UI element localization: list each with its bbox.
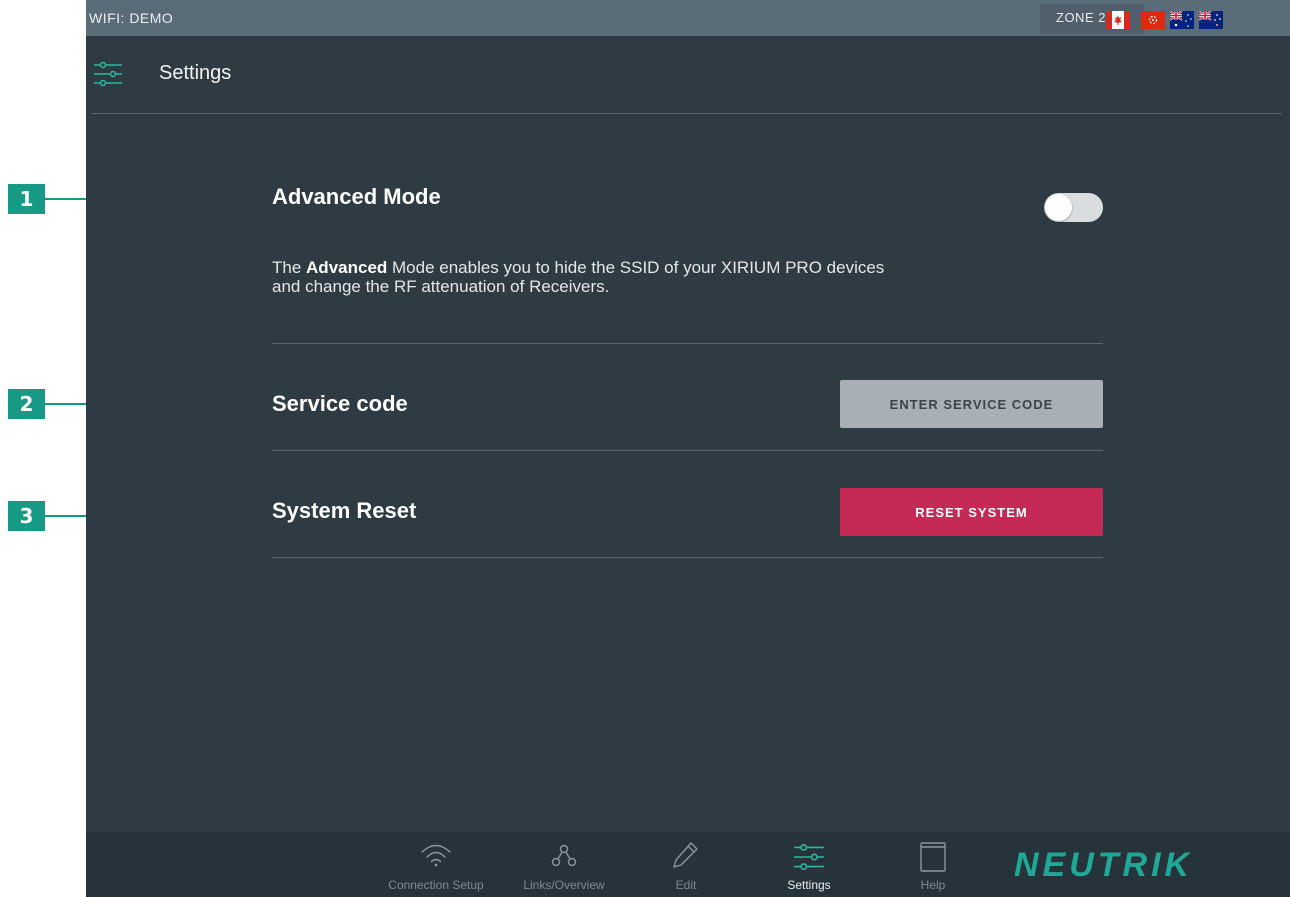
callout-number: 3 (8, 501, 45, 531)
wifi-label: WIFI: DEMO (89, 10, 174, 26)
nav-connection-setup[interactable]: Connection Setup (388, 832, 484, 897)
desc-text: The (272, 258, 307, 277)
nav-links-overview[interactable]: Links/Overview (519, 832, 609, 897)
nav-label: Edit (675, 878, 697, 892)
sliders-icon[interactable] (92, 58, 124, 90)
book-icon (920, 842, 946, 872)
links-icon (551, 844, 577, 867)
advanced-mode-toggle[interactable] (1044, 193, 1103, 222)
nav-label: Settings (787, 878, 831, 892)
page-header: Settings (86, 36, 1290, 114)
enter-service-code-button[interactable]: ENTER SERVICE CODE (840, 380, 1103, 428)
toggle-knob (1045, 194, 1072, 221)
desc-bold: Advanced (306, 258, 388, 277)
canada-flag-icon (1106, 11, 1130, 29)
nav-label: Connection Setup (388, 878, 484, 892)
nav-label: Links/Overview (523, 878, 605, 892)
bottom-nav: Connection Setup Links/Overview Edit Set… (86, 832, 1290, 897)
hong-kong-flag-icon (1141, 11, 1165, 29)
new-zealand-flag-icon (1199, 11, 1223, 29)
wifi-icon (421, 844, 451, 867)
callout-number: 2 (8, 389, 45, 419)
app-window: WIFI: DEMO ZONE 2 Settings Advanced Mode… (86, 0, 1290, 897)
section-divider (272, 557, 1103, 558)
nav-edit[interactable]: Edit (646, 832, 726, 897)
zone-label: ZONE 2 (1056, 10, 1106, 25)
status-bar: WIFI: DEMO ZONE 2 (86, 0, 1290, 36)
section-divider (272, 343, 1103, 344)
reset-system-button[interactable]: RESET SYSTEM (840, 488, 1103, 536)
page-title: Settings (159, 62, 232, 84)
advanced-mode-title: Advanced Mode (272, 184, 441, 209)
nav-label: Help (920, 878, 946, 892)
callout-number: 1 (8, 184, 45, 214)
neutrik-logo: NEUTRIK (1014, 847, 1193, 881)
sliders-icon (794, 843, 824, 871)
logo-text: NEUTRIK (1014, 847, 1193, 881)
australia-flag-icon (1170, 11, 1194, 29)
section-divider (272, 450, 1103, 451)
header-divider (92, 113, 1282, 114)
pencil-icon (673, 842, 698, 868)
service-code-title: Service code (272, 391, 408, 416)
nav-settings[interactable]: Settings (769, 832, 849, 897)
system-reset-title: System Reset (272, 498, 417, 523)
advanced-mode-description: The Advanced Mode enables you to hide th… (272, 258, 912, 296)
nav-help[interactable]: Help (893, 832, 973, 897)
